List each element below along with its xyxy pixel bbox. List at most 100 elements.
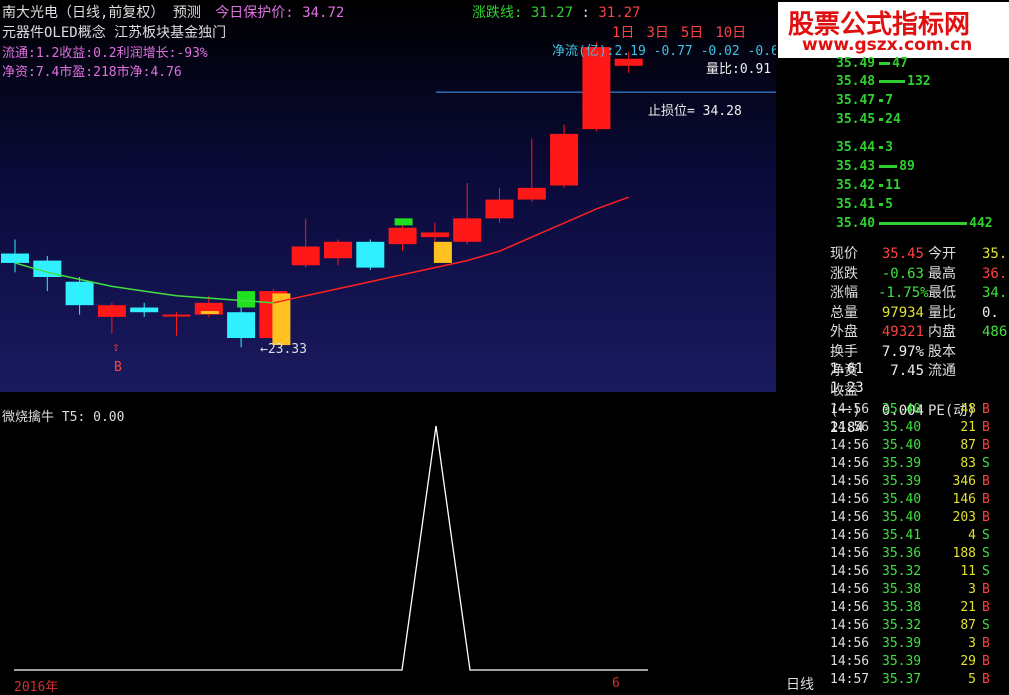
tick-row: 14:56 35.40 48 B	[830, 402, 990, 417]
tick-price: 35.36	[882, 546, 922, 561]
order-volume-bar	[879, 99, 884, 102]
limit-line: 涨跌线: 31.27 : 31.27	[472, 2, 641, 22]
quote-label: 总量	[830, 304, 858, 321]
tick-row: 14:56 35.40 87 B	[830, 438, 990, 453]
limit-value-2: 31.27	[598, 5, 641, 21]
candle-body	[453, 218, 482, 242]
tick-row: 14:56 35.40 146 B	[830, 492, 990, 507]
tab-5d[interactable]: 5日	[681, 25, 703, 41]
chart-mode: （日线,前复权）	[58, 5, 165, 21]
tick-time: 14:56	[830, 438, 870, 453]
quote-label: 最高	[928, 265, 956, 282]
forecast-label: 预测	[172, 5, 201, 21]
tick-row: 14:56 35.36 188 S	[830, 546, 990, 561]
candle-body	[65, 281, 94, 306]
tick-side: B	[982, 492, 990, 507]
tick-time: 14:57	[830, 672, 870, 687]
order-price: 35.47	[836, 93, 876, 108]
indicator-chart-area[interactable]	[0, 398, 776, 689]
chart-header: 南大光电（日线,前复权） 预测 今日保护价: 34.72	[2, 2, 344, 22]
candle-body	[614, 58, 643, 66]
indicator-title: 微烧擒牛 T5: 0.00	[2, 410, 125, 425]
quote-label: 量比	[928, 304, 956, 321]
tick-row: 14:56 35.39 346 B	[830, 474, 990, 489]
quote-row: 总量 97934 量比 0.	[830, 302, 999, 322]
tick-row: 14:56 35.41 4 S	[830, 528, 990, 543]
tick-price: 35.39	[882, 474, 922, 489]
order-price: 35.45	[836, 112, 876, 127]
low-price-marker: ←23.33	[260, 342, 307, 357]
quote-value: 7.97%	[881, 343, 924, 360]
quote-label: 涨跌	[830, 265, 858, 282]
tick-volume: 11	[960, 564, 976, 579]
quote-value: -1.75%	[878, 285, 929, 301]
tick-time: 14:56	[830, 420, 870, 435]
signal-bar	[433, 241, 452, 263]
tick-volume: 146	[952, 492, 976, 507]
order-volume: 3	[885, 140, 893, 155]
tick-volume: 5	[968, 672, 976, 687]
quote-value: 7.45	[890, 363, 924, 379]
date-axis-start: 2016年	[14, 680, 59, 695]
net-flow: 净流(亿):2.19 -0.77 -0.02 -0.62	[552, 44, 787, 59]
candle-body	[356, 241, 385, 268]
tab-10d[interactable]: 10日	[715, 25, 746, 41]
low-price-value: 23.33	[267, 342, 307, 357]
tick-volume: 21	[960, 420, 976, 435]
volume-ratio: 量比:0.91	[706, 62, 772, 77]
tick-side: B	[982, 636, 990, 651]
order-volume: 5	[885, 197, 893, 212]
quote-row: 涨幅 -1.75%最低 34.	[830, 282, 1007, 302]
signal-marker	[394, 218, 413, 226]
limit-separator: :	[581, 5, 590, 21]
logo-url: www.gszx.com.cn	[802, 35, 973, 55]
tick-price: 35.38	[882, 600, 922, 615]
tick-price: 35.40	[882, 402, 922, 417]
tick-price: 35.32	[882, 618, 922, 633]
tick-side: B	[982, 654, 990, 669]
tick-time: 14:56	[830, 564, 870, 579]
quote-row: 外盘 49321 内盘 486	[830, 321, 1007, 341]
quote-label: 股本	[928, 343, 956, 360]
tick-price: 35.40	[882, 492, 922, 507]
signal-marker	[200, 311, 219, 315]
tick-price: 35.40	[882, 420, 922, 435]
order-volume-bar	[879, 146, 884, 149]
tick-row: 14:57 35.37 5 B	[830, 672, 990, 687]
order-price: 35.44	[836, 140, 876, 155]
tick-price: 35.39	[882, 654, 922, 669]
tick-time: 14:56	[830, 474, 870, 489]
buy-signal-label: B	[114, 360, 122, 375]
tick-time: 14:56	[830, 636, 870, 651]
order-volume-bar	[879, 203, 884, 206]
tick-row: 14:56 35.38 21 B	[830, 600, 990, 615]
quote-value: 35.45	[881, 246, 924, 262]
tick-price: 35.40	[882, 438, 922, 453]
tick-volume: 87	[960, 618, 976, 633]
tick-price: 35.32	[882, 564, 922, 579]
quote-value: 34.	[982, 285, 1008, 301]
quote-value: 0.	[982, 304, 999, 321]
candle-body	[324, 241, 352, 259]
order-book-row: 35.49 47	[836, 56, 908, 71]
candle-body	[485, 199, 514, 219]
order-volume-bar	[879, 222, 968, 225]
signal-marker	[237, 291, 256, 308]
tick-side: B	[982, 600, 990, 615]
protect-price-value: 34.72	[302, 5, 345, 21]
order-volume-bar	[879, 184, 884, 187]
order-volume: 89	[899, 159, 915, 174]
order-volume-bar	[879, 80, 906, 83]
order-volume: 132	[907, 74, 931, 89]
tick-side: B	[982, 402, 990, 417]
tab-1d[interactable]: 1日	[612, 25, 634, 41]
tick-price: 35.38	[882, 582, 922, 597]
tick-price: 35.41	[882, 528, 922, 543]
candle-body	[550, 133, 579, 186]
info-line-2: 净资:7.4市盈:218市净:4.76	[2, 65, 182, 80]
period-indicator[interactable]: 日线	[786, 674, 814, 694]
tab-3d[interactable]: 3日	[646, 25, 668, 41]
indicator-line	[14, 425, 648, 671]
tick-time: 14:56	[830, 582, 870, 597]
order-volume: 47	[892, 56, 908, 71]
